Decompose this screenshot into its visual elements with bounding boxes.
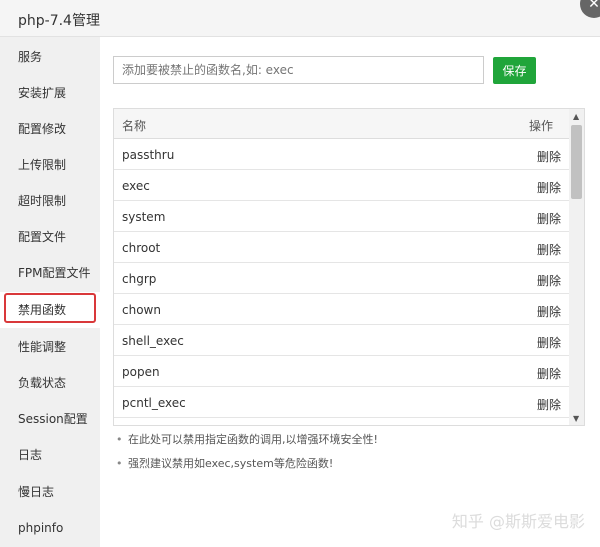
function-name: pcntl_exec: [122, 396, 186, 410]
sidebar-item-log[interactable]: 日志: [0, 437, 100, 473]
sidebar-item-upload-limit[interactable]: 上传限制: [0, 147, 100, 183]
save-button[interactable]: 保存: [493, 57, 536, 84]
window-title: php-7.4管理: [18, 13, 100, 29]
function-name-input[interactable]: [113, 56, 484, 84]
delete-link[interactable]: 删除: [537, 365, 561, 382]
function-name: shell_exec: [122, 334, 184, 348]
function-name: chgrp: [122, 272, 157, 286]
table-header: 名称 操作: [114, 109, 569, 139]
function-name: chown: [122, 303, 161, 317]
function-name: chroot: [122, 241, 161, 255]
help-notes: 在此处可以禁用指定函数的调用,以增强环境安全性! 强烈建议禁用如exec,sys…: [114, 433, 574, 481]
sidebar-item-phpinfo[interactable]: phpinfo: [0, 510, 100, 546]
scroll-up-arrow-icon[interactable]: ▲: [573, 112, 579, 121]
function-name: exec: [122, 179, 150, 193]
sidebar-item-load-status[interactable]: 负载状态: [0, 365, 100, 401]
column-header-name: 名称: [122, 119, 147, 133]
sidebar-item-service[interactable]: 服务: [0, 39, 100, 75]
table-row: system 删除: [114, 201, 569, 232]
table-row: passthru 删除: [114, 139, 569, 170]
delete-link[interactable]: 删除: [537, 148, 561, 165]
sidebar-item-fpm-config[interactable]: FPM配置文件: [0, 255, 100, 291]
delete-link[interactable]: 删除: [537, 272, 561, 289]
table-row: chroot 删除: [114, 232, 569, 263]
close-icon[interactable]: ✕: [580, 0, 600, 18]
table-scrollbar[interactable]: ▲ ▼: [569, 109, 584, 425]
sidebar-item-disabled-functions[interactable]: 禁用函数: [0, 292, 100, 328]
sidebar-item-config-file[interactable]: 配置文件: [0, 219, 100, 255]
sidebar: 服务 安装扩展 配置修改 上传限制 超时限制 配置文件 FPM配置文件 禁用函数…: [0, 37, 100, 547]
delete-link[interactable]: 删除: [537, 210, 561, 227]
delete-link[interactable]: 删除: [537, 241, 561, 258]
function-name: popen: [122, 365, 160, 379]
table-row: chown 删除: [114, 294, 569, 325]
function-name: passthru: [122, 148, 175, 162]
table-row: exec 删除: [114, 170, 569, 201]
delete-link[interactable]: 删除: [537, 334, 561, 351]
disabled-functions-table: 名称 操作 passthru 删除 exec 删除 system 删除 chro…: [113, 108, 585, 426]
table-body: passthru 删除 exec 删除 system 删除 chroot 删除 …: [114, 139, 569, 418]
sidebar-item-config-edit[interactable]: 配置修改: [0, 111, 100, 147]
sidebar-item-install-extension[interactable]: 安装扩展: [0, 75, 100, 111]
sidebar-item-slow-log[interactable]: 慢日志: [0, 474, 100, 510]
watermark: 知乎 @斯斯爱电影: [451, 512, 585, 531]
table-row: shell_exec 删除: [114, 325, 569, 356]
sidebar-item-performance[interactable]: 性能调整: [0, 329, 100, 365]
sidebar-item-session-config[interactable]: Session配置: [0, 401, 100, 437]
table-row: chgrp 删除: [114, 263, 569, 294]
delete-link[interactable]: 删除: [537, 303, 561, 320]
sidebar-item-timeout-limit[interactable]: 超时限制: [0, 183, 100, 219]
table-row: pcntl_exec 删除: [114, 387, 569, 418]
main-panel: 保存 名称 操作 passthru 删除 exec 删除 system 删除 c…: [100, 37, 600, 547]
function-name: system: [122, 210, 166, 224]
delete-link[interactable]: 删除: [537, 179, 561, 196]
delete-link[interactable]: 删除: [537, 396, 561, 413]
table-row: popen 删除: [114, 356, 569, 387]
note-item: 强烈建议禁用如exec,system等危险函数!: [114, 457, 574, 471]
scrollbar-thumb[interactable]: [571, 125, 582, 199]
scroll-down-arrow-icon[interactable]: ▼: [573, 414, 579, 423]
note-item: 在此处可以禁用指定函数的调用,以增强环境安全性!: [114, 433, 574, 447]
window-titlebar: php-7.4管理 ✕: [0, 0, 600, 37]
column-header-action: 操作: [528, 119, 553, 133]
